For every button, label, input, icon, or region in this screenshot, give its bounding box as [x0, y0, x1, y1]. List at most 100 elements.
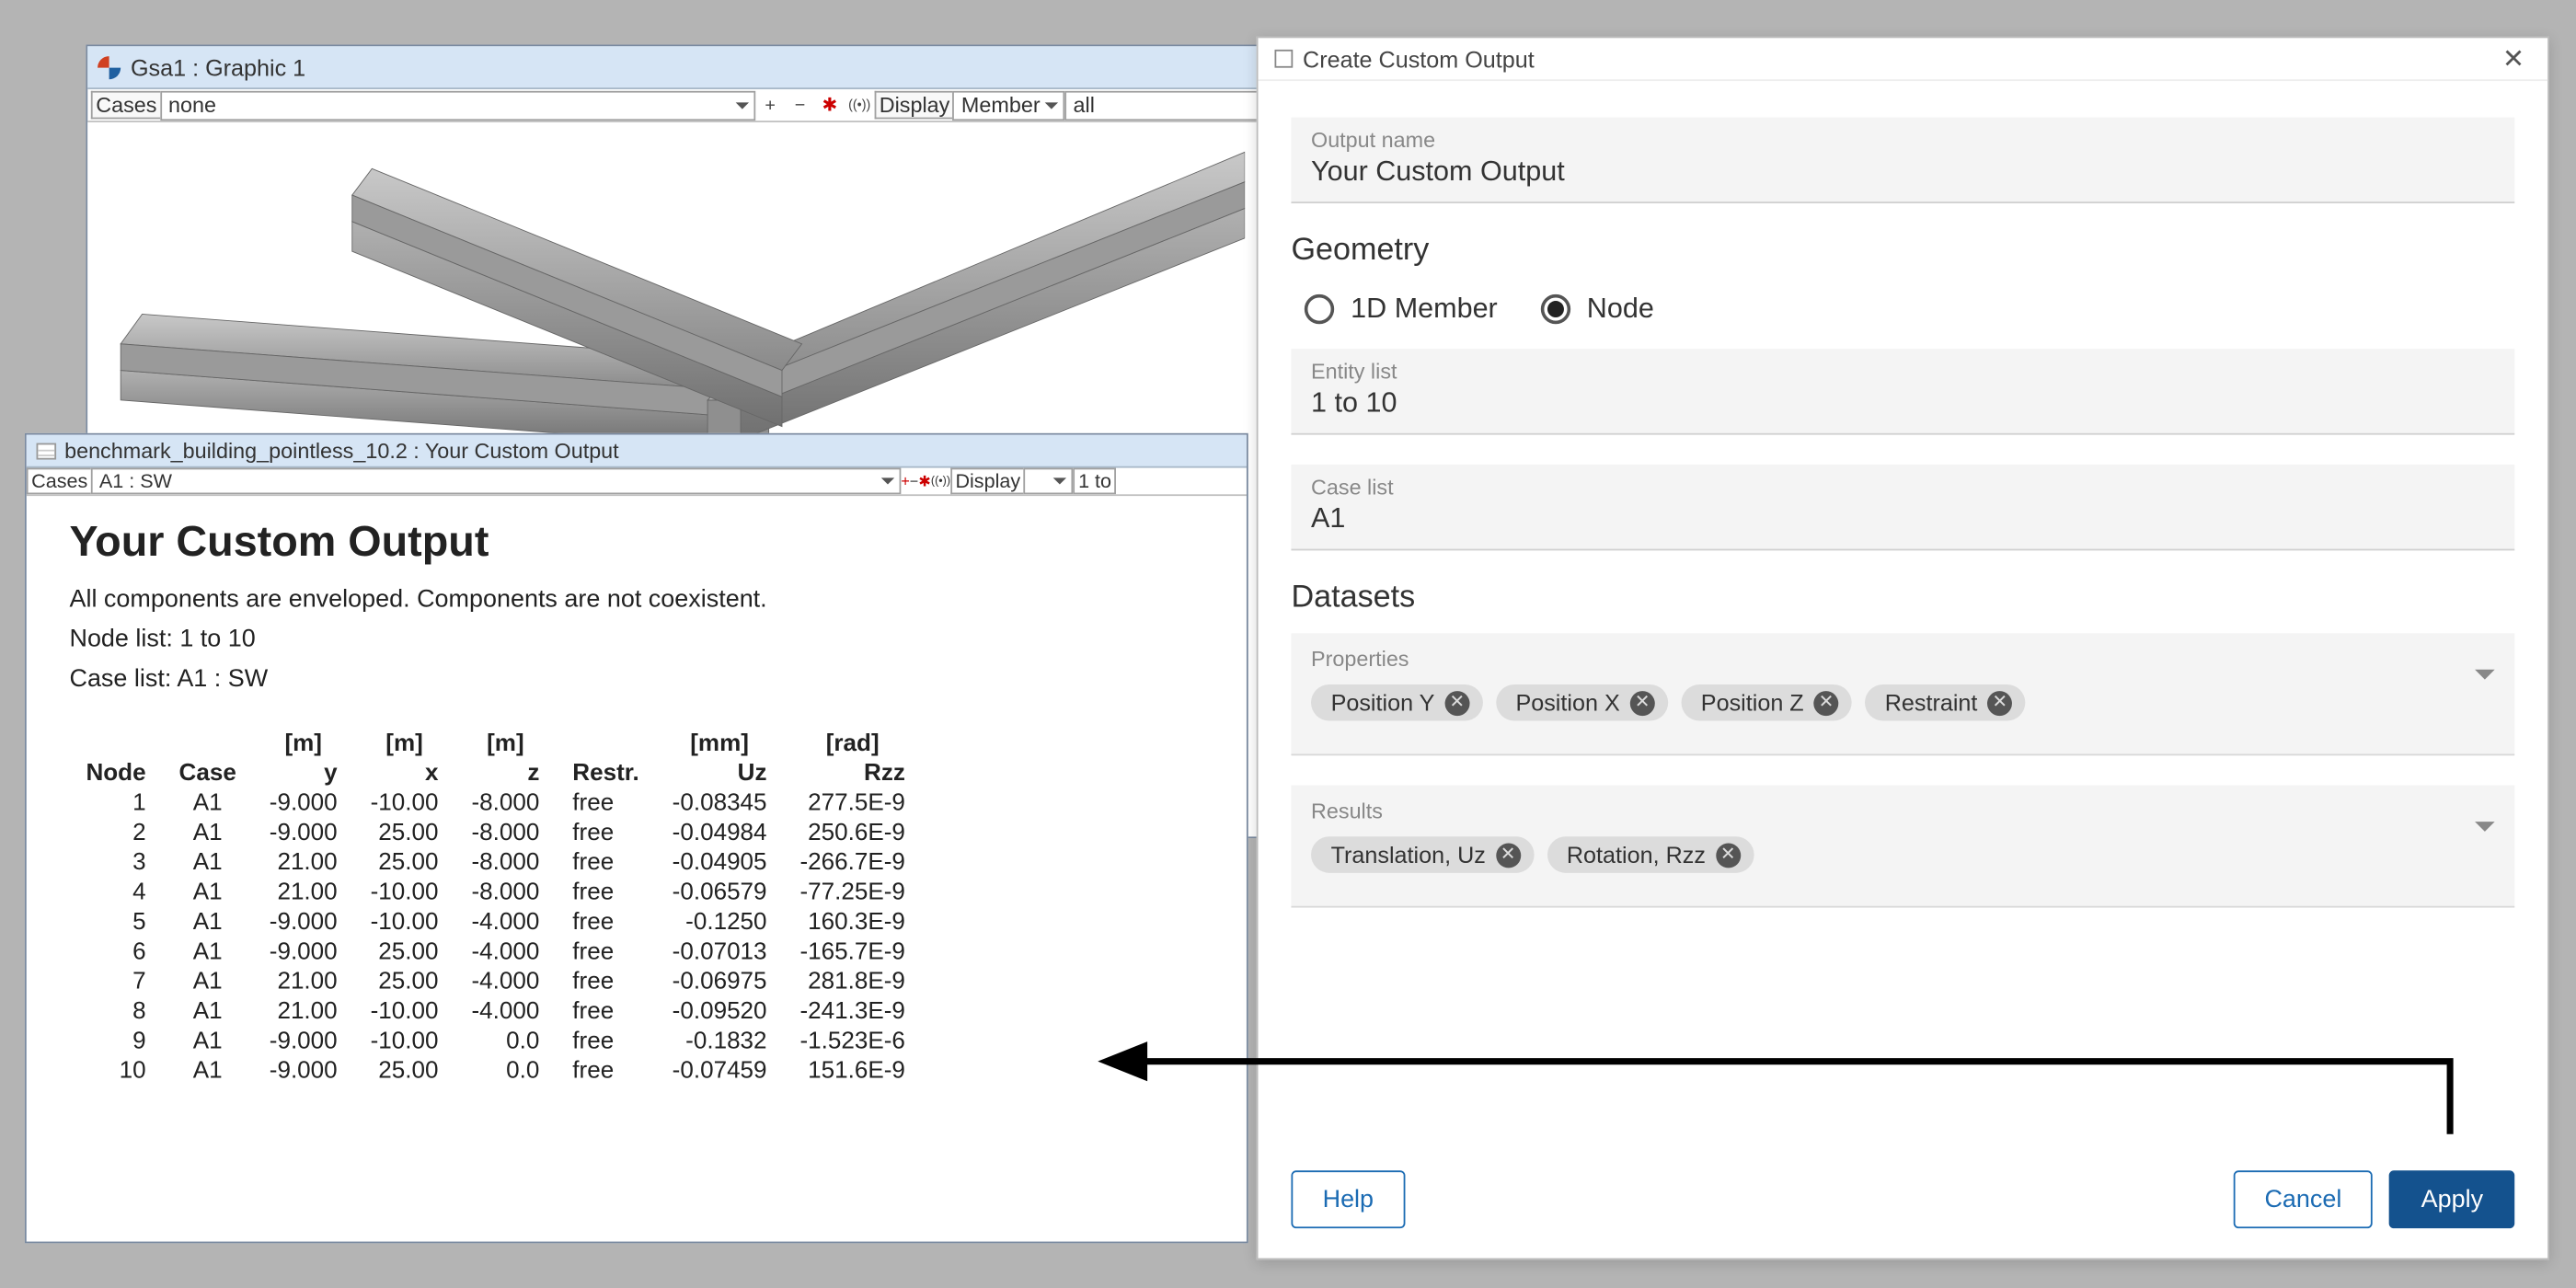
chip-remove-icon[interactable]: ✕: [1987, 690, 2012, 715]
table-row: 5A1-9.000-10.00-4.000free-0.1250160.3E-9: [69, 908, 921, 937]
cell: -8.000: [454, 878, 556, 907]
unit-header: [m]: [253, 729, 354, 758]
window-icon: [1274, 50, 1293, 68]
cell: 250.6E-9: [784, 819, 922, 848]
chip[interactable]: Position X✕: [1496, 684, 1668, 721]
out-star-icon[interactable]: ✱: [918, 472, 931, 490]
table-row: 6A1-9.00025.00-4.000free-0.07013-165.7E-…: [69, 937, 921, 967]
cell: -0.07013: [656, 937, 784, 967]
cell: -9.000: [253, 1027, 354, 1056]
signal-icon[interactable]: ((•)): [846, 92, 873, 119]
cell: -10.00: [354, 1027, 455, 1056]
cell: 25.00: [354, 937, 455, 967]
cell: -9.000: [253, 788, 354, 818]
cell: -9.000: [253, 937, 354, 967]
case-list-value: A1: [1311, 502, 2495, 535]
node-list-line: Node list: 1 to 10: [69, 620, 1203, 660]
cell: 21.00: [253, 878, 354, 907]
out-cases-select[interactable]: A1 : SW: [91, 468, 902, 495]
properties-dropdown-icon[interactable]: [2475, 670, 2495, 690]
cell: -0.07459: [656, 1056, 784, 1086]
case-list-line: Case list: A1 : SW: [69, 660, 1203, 699]
display-select[interactable]: Member: [953, 90, 1065, 120]
chip-remove-icon[interactable]: ✕: [1630, 690, 1655, 715]
cell: A1: [163, 937, 253, 967]
table-row: 4A121.00-10.00-8.000free-0.06579-77.25E-…: [69, 878, 921, 907]
cell: free: [556, 788, 655, 818]
cell: -10.00: [354, 878, 455, 907]
entity-list-field[interactable]: Entity list 1 to 10: [1291, 349, 2514, 434]
radio-1d-member[interactable]: 1D Member: [1305, 293, 1498, 326]
table-row: 2A1-9.00025.00-8.000free-0.04984250.6E-9: [69, 819, 921, 848]
help-button[interactable]: Help: [1291, 1170, 1405, 1228]
col-header: Restr.: [556, 759, 655, 788]
out-display-select[interactable]: [1024, 468, 1074, 495]
cell: 1: [69, 788, 162, 818]
chip-remove-icon[interactable]: ✕: [1813, 690, 1838, 715]
annotation-arrow: [1098, 1039, 2454, 1138]
case-list-field[interactable]: Case list A1: [1291, 465, 2514, 550]
cell: free: [556, 848, 655, 878]
col-header: Case: [163, 759, 253, 788]
results-dropdown-icon[interactable]: [2475, 822, 2495, 842]
out-minus-icon[interactable]: −: [910, 473, 918, 489]
cell: 21.00: [253, 997, 354, 1027]
output-name-field[interactable]: Output name Your Custom Output: [1291, 118, 2514, 203]
cell: 9: [69, 1027, 162, 1056]
unit-header: [m]: [354, 729, 455, 758]
cell: -266.7E-9: [784, 848, 922, 878]
cell: 2: [69, 819, 162, 848]
output-window-titlebar[interactable]: benchmark_building_pointless_10.2 : Your…: [27, 435, 1247, 468]
out-entity-hint[interactable]: 1 to: [1074, 468, 1117, 495]
table-row: 9A1-9.000-10.000.0free-0.1832-1.523E-6: [69, 1027, 921, 1056]
cell: -4.000: [454, 967, 556, 996]
cell: 8: [69, 997, 162, 1027]
results-field[interactable]: Results Translation, Uz✕Rotation, Rzz✕: [1291, 786, 2514, 908]
cancel-button[interactable]: Cancel: [2233, 1170, 2373, 1228]
table-row: 8A121.00-10.00-4.000free-0.09520-241.3E-…: [69, 997, 921, 1027]
apply-button[interactable]: Apply: [2390, 1170, 2515, 1228]
col-header: Uz: [656, 759, 784, 788]
table-row: 1A1-9.000-10.00-8.000free-0.08345277.5E-…: [69, 788, 921, 818]
properties-field[interactable]: Properties Position Y✕Position X✕Positio…: [1291, 633, 2514, 755]
cell: -9.000: [253, 1056, 354, 1086]
cell: -9.000: [253, 908, 354, 937]
out-plus-icon[interactable]: +: [901, 473, 909, 489]
chip-remove-icon[interactable]: ✕: [1496, 843, 1521, 868]
unit-header: [69, 729, 162, 758]
close-icon[interactable]: ✕: [2496, 42, 2531, 75]
graphic-window-title: Gsa1 : Graphic 1: [131, 53, 305, 80]
cell: -165.7E-9: [784, 937, 922, 967]
cell: 281.8E-9: [784, 967, 922, 996]
display-label: Display: [874, 91, 953, 120]
cell: 4: [69, 878, 162, 907]
cell: -0.06975: [656, 967, 784, 996]
cases-label: Cases: [91, 91, 160, 120]
geometry-heading: Geometry: [1291, 233, 2514, 270]
table-row: 3A121.0025.00-8.000free-0.04905-266.7E-9: [69, 848, 921, 878]
datasets-heading: Datasets: [1291, 581, 2514, 617]
radio-node[interactable]: Node: [1540, 293, 1653, 326]
unit-header: [163, 729, 253, 758]
out-signal-icon[interactable]: ((•)): [931, 476, 950, 488]
plus-icon[interactable]: +: [757, 92, 784, 119]
cases-select[interactable]: none: [160, 90, 755, 120]
chip[interactable]: Position Y✕: [1311, 684, 1482, 721]
cell: A1: [163, 788, 253, 818]
output-name-value: Your Custom Output: [1311, 155, 2495, 189]
chip[interactable]: Rotation, Rzz✕: [1547, 836, 1754, 873]
chip[interactable]: Translation, Uz✕: [1311, 836, 1534, 873]
star-icon[interactable]: ✱: [816, 92, 843, 119]
cell: -0.1250: [656, 908, 784, 937]
envelope-note: All components are enveloped. Components…: [69, 581, 1203, 620]
chip[interactable]: Position Z✕: [1681, 684, 1852, 721]
minus-icon[interactable]: −: [787, 92, 813, 119]
chip[interactable]: Restraint✕: [1865, 684, 2025, 721]
cell: 7: [69, 967, 162, 996]
chip-remove-icon[interactable]: ✕: [1444, 690, 1469, 715]
chip-remove-icon[interactable]: ✕: [1716, 843, 1741, 868]
cell: -4.000: [454, 908, 556, 937]
results-table: [m][m][m][mm][rad] NodeCaseyxzRestr.UzRz…: [69, 729, 921, 1086]
cell: free: [556, 997, 655, 1027]
col-header: x: [354, 759, 455, 788]
